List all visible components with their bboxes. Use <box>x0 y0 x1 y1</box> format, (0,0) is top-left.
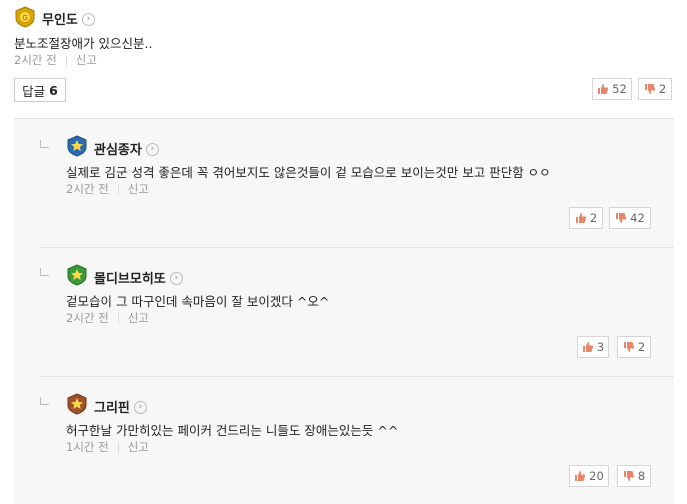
comment-text: 분노조절장애가 있으신분.. <box>14 36 153 51</box>
timestamp: 2시간 전 <box>66 311 109 325</box>
dislike-button[interactable]: 2 <box>638 78 672 100</box>
report-link[interactable]: 신고 <box>128 311 149 325</box>
reply-text: 실제로 김군 성격 좋은데 꼭 겪어보지도 않은것들이 겉 모습으로 보이는것만… <box>66 165 551 180</box>
like-count: 3 <box>596 340 605 354</box>
like-button[interactable]: 52 <box>592 78 632 100</box>
like-button[interactable]: 3 <box>577 336 609 358</box>
divider <box>117 442 119 453</box>
report-link[interactable]: 신고 <box>76 53 97 67</box>
reply-meta: 1시간 전 신고 <box>66 439 149 455</box>
dislike-button[interactable]: 2 <box>617 336 651 358</box>
reply-indent-icon <box>40 268 49 276</box>
timestamp: 2시간 전 <box>14 53 57 67</box>
reply-count: 6 <box>49 82 58 98</box>
timestamp: 1시간 전 <box>66 440 109 454</box>
reply-text: 겉모습이 그 따구인데 속마음이 잘 보이겠다 ^오^ <box>66 294 330 309</box>
divider <box>40 247 674 248</box>
chevron-right-icon[interactable]: › <box>133 401 147 414</box>
nickname[interactable]: 그리핀 <box>94 401 130 416</box>
thumb-up-icon <box>575 471 586 481</box>
like-count: 20 <box>589 469 604 483</box>
thumb-up-icon <box>598 84 609 94</box>
timestamp: 2시간 전 <box>66 182 109 196</box>
reply-meta: 2시간 전 신고 <box>66 310 149 326</box>
dislike-button[interactable]: 42 <box>609 207 651 229</box>
comment-meta: 2시간 전 신고 <box>14 52 97 68</box>
nickname[interactable]: 무인도 <box>42 13 78 28</box>
nickname[interactable]: 관심종자 <box>94 143 142 158</box>
nickname[interactable]: 몰디브모히또 <box>94 272 166 287</box>
dislike-count: 2 <box>658 82 667 96</box>
thumb-down-icon <box>623 471 634 481</box>
thumb-up-icon <box>575 213 586 223</box>
reply-author[interactable]: 그리핀 › <box>94 397 147 416</box>
divider <box>40 376 674 377</box>
reply-author[interactable]: 몰디브모히또 › <box>94 268 183 287</box>
thumb-down-icon <box>644 84 655 94</box>
like-count: 2 <box>589 211 598 225</box>
dislike-count: 8 <box>637 469 646 483</box>
reply-text: 허구한날 가만히있는 페이커 건드리는 니들도 장애는있는듯 ^^ <box>66 423 399 438</box>
report-link[interactable]: 신고 <box>128 182 149 196</box>
reply-indent-icon <box>40 397 49 405</box>
divider <box>65 55 67 66</box>
reply-author[interactable]: 관심종자 › <box>94 139 159 158</box>
chevron-right-icon[interactable]: › <box>81 13 95 26</box>
comment-author[interactable]: 무인도 › <box>42 9 95 28</box>
like-button[interactable]: 20 <box>569 465 609 487</box>
dislike-button[interactable]: 8 <box>617 465 651 487</box>
thumb-down-icon <box>623 342 634 352</box>
reply-meta: 2시간 전 신고 <box>66 181 149 197</box>
divider <box>117 313 119 324</box>
dislike-count: 42 <box>630 211 645 225</box>
level-badge-icon: G <box>14 6 36 28</box>
svg-text:G: G <box>22 14 27 22</box>
thumb-up-icon <box>582 342 593 352</box>
chevron-right-icon[interactable]: › <box>145 143 159 156</box>
level-badge-icon <box>66 393 88 415</box>
divider <box>117 184 119 195</box>
reply-toggle-button[interactable]: 답글 6 <box>14 78 66 102</box>
like-count: 52 <box>612 82 627 96</box>
report-link[interactable]: 신고 <box>128 440 149 454</box>
thumb-down-icon <box>616 213 627 223</box>
reply-indent-icon <box>40 140 49 148</box>
chevron-right-icon[interactable]: › <box>169 272 183 285</box>
reply-label: 답글 <box>22 83 46 99</box>
level-badge-icon <box>66 135 88 157</box>
dislike-count: 2 <box>637 340 646 354</box>
like-button[interactable]: 2 <box>569 207 603 229</box>
level-badge-icon <box>66 264 88 286</box>
